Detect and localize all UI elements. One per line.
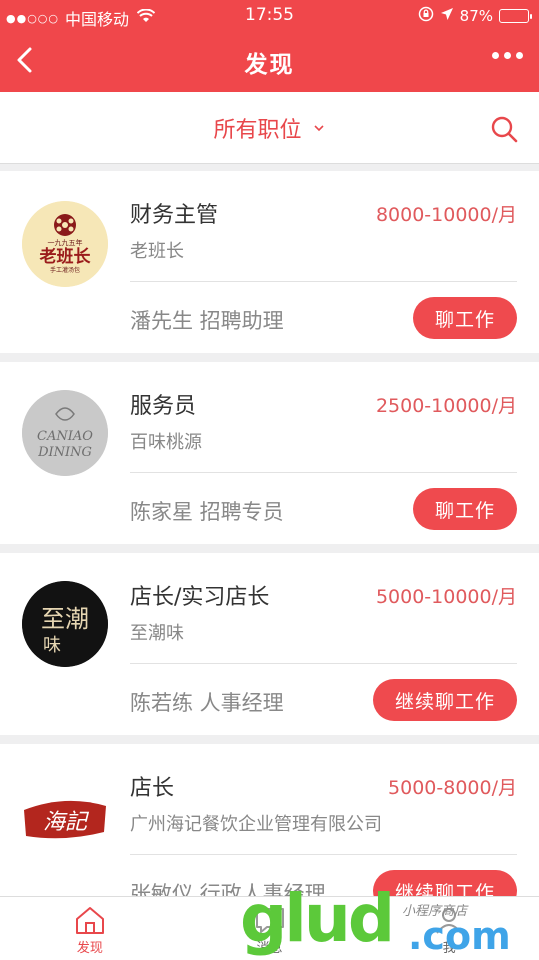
status-right: 87% xyxy=(418,6,532,26)
tab-bar: 发现 消息 我 xyxy=(0,896,539,960)
company-logo: 一九九五年 老班长 手工灌汤包 xyxy=(22,201,108,287)
logo-text-top: 一九九五年 xyxy=(48,238,83,247)
job-card[interactable]: CANIAO DINING 服务员 2500-10000/月 百味桃源 陈家星 … xyxy=(0,362,539,544)
battery-icon xyxy=(499,9,532,23)
job-salary: 2500-10000/月 xyxy=(375,395,517,417)
job-title: 店长/实习店长 xyxy=(130,585,270,610)
more-dot-icon xyxy=(492,52,499,59)
continue-chat-button[interactable]: 继续聊工作 xyxy=(372,679,517,721)
card-divider xyxy=(130,472,517,473)
logo-text-main: 海記 xyxy=(43,810,90,835)
tab-label: 发现 xyxy=(76,941,103,956)
chat-button[interactable]: 聊工作 xyxy=(412,297,517,339)
card-divider xyxy=(130,281,517,282)
haiji-logo-icon: 海記 xyxy=(24,800,106,839)
job-salary: 8000-10000/月 xyxy=(375,204,517,226)
battery-percent: 87% xyxy=(459,7,493,25)
search-button[interactable] xyxy=(489,114,519,144)
company-name: 广州海记餐饮企业管理有限公司 xyxy=(130,814,382,835)
recruiter-info: 陈家星 招聘专员 xyxy=(130,500,284,524)
tab-label: 消息 xyxy=(256,941,283,956)
job-title: 财务主管 xyxy=(130,203,219,228)
logo-text-main: CANIAO xyxy=(37,429,93,444)
rotation-lock-icon xyxy=(418,6,434,26)
logo-text-main: 老班长 xyxy=(39,246,92,267)
card-divider xyxy=(130,663,517,664)
recruiter-info: 陈若练 人事经理 xyxy=(130,691,284,715)
recruiter-info: 潘先生 招聘助理 xyxy=(130,309,284,333)
card-divider xyxy=(130,854,517,855)
status-bar: ●●○○○ 中国移动 17:55 87% xyxy=(0,0,539,30)
chat-button[interactable]: 聊工作 xyxy=(412,488,517,530)
chevron-down-icon xyxy=(313,125,324,132)
logo-text-bottom: 手工灌汤包 xyxy=(50,266,80,274)
logo-text-bottom: 味 xyxy=(43,635,61,656)
more-dot-icon xyxy=(504,52,511,59)
location-icon xyxy=(440,7,454,25)
company-logo: 至潮 味 xyxy=(22,581,108,667)
position-filter-label: 所有职位 xyxy=(213,118,302,143)
home-icon xyxy=(75,907,104,934)
logo-text-bottom: DINING xyxy=(37,445,92,460)
company-logo: 海記 xyxy=(22,772,108,858)
tab-label: 我 xyxy=(442,941,456,956)
job-title: 服务员 xyxy=(130,394,197,419)
more-options-button[interactable] xyxy=(492,52,523,59)
company-logo: CANIAO DINING xyxy=(22,390,108,476)
tab-me[interactable]: 我 xyxy=(359,897,539,960)
job-card[interactable]: 至潮 味 店长/实习店长 5000-10000/月 至潮味 陈若练 人事经理 继… xyxy=(0,553,539,735)
company-name: 百味桃源 xyxy=(130,432,202,453)
job-title: 店长 xyxy=(130,776,175,801)
company-name: 至潮味 xyxy=(130,623,184,644)
page-title: 发现 xyxy=(244,52,295,78)
message-icon xyxy=(255,908,284,933)
job-card[interactable]: 海記 店长 5000-8000/月 广州海记餐饮企业管理有限公司 张敏仪 行政人… xyxy=(0,744,539,904)
more-dot-icon xyxy=(516,52,523,59)
tab-discover[interactable]: 发现 xyxy=(0,897,180,960)
caniao-logo-icon: CANIAO DINING xyxy=(22,390,108,476)
filter-bar: 所有职位 xyxy=(0,92,539,164)
zhichaowei-logo-icon: 至潮 味 xyxy=(22,581,108,667)
tab-messages[interactable]: 消息 xyxy=(180,897,360,960)
position-filter-dropdown[interactable]: 所有职位 xyxy=(0,112,539,144)
user-icon xyxy=(436,908,462,934)
company-name: 老班长 xyxy=(130,241,184,262)
job-salary: 5000-10000/月 xyxy=(375,586,517,608)
laobanzhang-logo-icon: 一九九五年 老班长 手工灌汤包 xyxy=(22,201,108,287)
job-card[interactable]: 一九九五年 老班长 手工灌汤包 财务主管 8000-10000/月 老班长 潘先… xyxy=(0,171,539,353)
logo-text-main: 至潮 xyxy=(41,605,89,633)
search-icon xyxy=(491,116,518,143)
nav-bar: 发现 xyxy=(0,30,539,92)
job-salary: 5000-8000/月 xyxy=(388,777,517,799)
